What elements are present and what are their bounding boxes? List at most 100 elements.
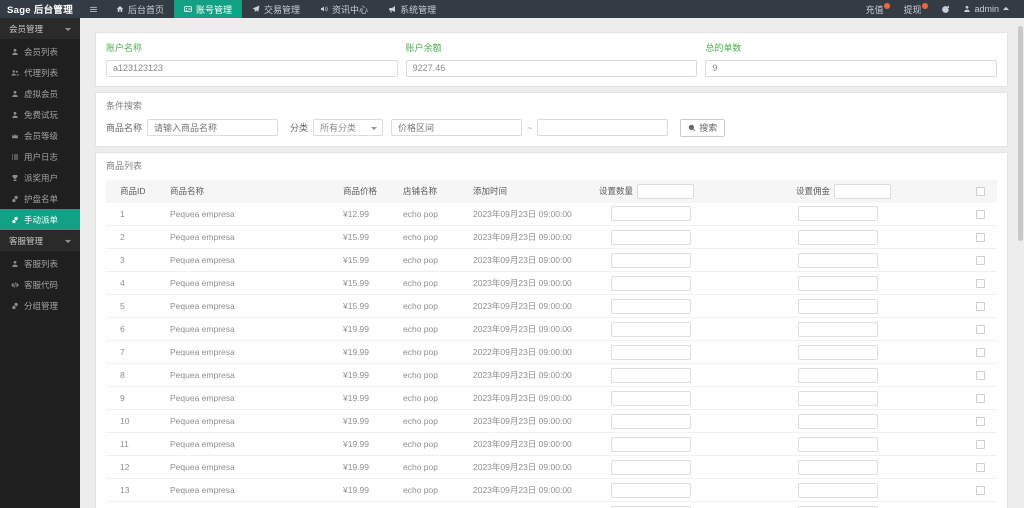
row-checkbox-6[interactable]: [976, 325, 985, 335]
quantity-input-row-8[interactable]: [611, 367, 691, 383]
row-checkbox-9[interactable]: [976, 394, 985, 404]
quantity-input-row-4[interactable]: [611, 275, 691, 291]
product-name-input[interactable]: [147, 119, 279, 136]
search-button[interactable]: 搜索: [680, 118, 726, 137]
price-range-min-input[interactable]: [391, 119, 523, 136]
sidebar-item-12[interactable]: 客服列表: [0, 253, 80, 274]
quantity-input-row-2[interactable]: [611, 229, 691, 245]
recharge-link[interactable]: 充值: [865, 2, 891, 16]
sidebar-item-5[interactable]: 免费试玩: [0, 104, 80, 125]
row-checkbox-10[interactable]: [976, 417, 985, 427]
withdraw-link[interactable]: 提现: [903, 2, 929, 16]
sidebar-section-11[interactable]: 客服管理: [0, 230, 80, 251]
commission-input-row-3[interactable]: [798, 252, 878, 268]
row-checkbox-13[interactable]: [976, 486, 985, 496]
commission-input-row-8[interactable]: [798, 367, 878, 383]
added-time: 2023年09月23日 09:00:00: [473, 324, 572, 334]
top-nav-item-1[interactable]: 后台首页: [106, 0, 174, 18]
sidebar-section-1[interactable]: 会员管理: [0, 18, 80, 39]
table-row: 10 Pequea empresa ¥19.99 echo pop 2023年09月23…: [106, 410, 997, 433]
row-checkbox-12[interactable]: [976, 463, 985, 473]
table-row: 5 Pequea empresa ¥15.99 echo pop 2023年09月23日…: [106, 295, 997, 318]
top-nav-item-4[interactable]: 资讯中心: [310, 0, 378, 18]
commission-input-row-13[interactable]: [798, 482, 878, 498]
product-id: 5: [120, 301, 125, 311]
column-header-2: 商品名称: [170, 186, 205, 196]
account-balance-label: 账户余额: [405, 43, 442, 53]
quantity-input-row-9[interactable]: [611, 390, 691, 406]
quantity-input-row-1[interactable]: [611, 206, 691, 222]
quantity-input-row-7[interactable]: [611, 344, 691, 360]
quantity-input-row-12[interactable]: [611, 459, 691, 475]
sidebar-item-7[interactable]: 用户日志: [0, 146, 80, 167]
commission-input-row-10[interactable]: [798, 413, 878, 429]
order-count-input[interactable]: [705, 59, 998, 77]
added-time: 2023年09月23日 09:00:00: [473, 301, 572, 311]
row-checkbox-5[interactable]: [976, 302, 985, 312]
commission-input-row-5[interactable]: [798, 298, 878, 314]
scrollbar-thumb[interactable]: [1018, 26, 1023, 241]
row-checkbox-4[interactable]: [976, 279, 985, 289]
row-checkbox-3[interactable]: [976, 256, 985, 266]
quantity-input-row-13[interactable]: [611, 482, 691, 498]
sidebar-item-2[interactable]: 会员列表: [0, 41, 80, 62]
vertical-scrollbar[interactable]: [1018, 18, 1024, 508]
quantity-input-row-3[interactable]: [611, 252, 691, 268]
row-checkbox-7[interactable]: [976, 348, 985, 358]
row-checkbox-2[interactable]: [976, 233, 985, 243]
added-time: 2023年09月23日 09:00:00: [473, 439, 572, 449]
quantity-input-row-5[interactable]: [611, 298, 691, 314]
hamburger-menu-button[interactable]: [80, 0, 106, 18]
quantity-input-row-11[interactable]: [611, 436, 691, 452]
row-checkbox-1[interactable]: [976, 209, 985, 219]
chevron-down-icon: [64, 25, 72, 33]
commission-input-row-9[interactable]: [798, 390, 878, 406]
commission-input-row-2[interactable]: [798, 229, 878, 245]
sidebar-item-6[interactable]: 会员等级: [0, 125, 80, 146]
top-nav-item-2[interactable]: 账号管理: [174, 0, 243, 18]
row-checkbox-11[interactable]: [976, 440, 985, 450]
sidebar-item-10[interactable]: 手动派单: [0, 209, 80, 230]
commission-input-row-4[interactable]: [798, 275, 878, 291]
top-nav-item-label: 交易管理: [264, 4, 301, 15]
row-checkbox-8[interactable]: [976, 371, 985, 381]
user-menu[interactable]: admin: [963, 4, 1010, 14]
category-select[interactable]: 所有分类: [313, 119, 384, 136]
top-navbar: Sage 后台管理 后台首页 账号管理 交易管理 资讯中心 系统管理 充值 提现: [0, 0, 1024, 18]
sidebar-item-label: 会员列表: [24, 46, 59, 57]
store-name: echo pop: [403, 324, 438, 334]
top-nav-item-5[interactable]: 系统管理: [378, 0, 446, 18]
sidebar-item-14[interactable]: 分组管理: [0, 295, 80, 316]
top-nav-item-3[interactable]: 交易管理: [242, 0, 310, 18]
sidebar-item-8[interactable]: 派奖用户: [0, 167, 80, 188]
person-icon: [11, 260, 19, 268]
price-range-max-input[interactable]: [537, 119, 669, 136]
topbar-right: 充值 提现 admin: [865, 0, 1024, 18]
refresh-icon[interactable]: [941, 5, 950, 14]
product-name: Pequea empresa: [170, 462, 235, 472]
commission-input-row-6[interactable]: [798, 321, 878, 337]
set-commission-header-input[interactable]: [834, 183, 892, 199]
sidebar-item-13[interactable]: 客服代码: [0, 274, 80, 295]
username: admin: [974, 4, 999, 14]
set-quantity-header-input[interactable]: [637, 183, 695, 199]
sidebar-item-9[interactable]: 护盘名单: [0, 188, 80, 209]
sidebar-item-4[interactable]: 虚拟会员: [0, 83, 80, 104]
select-all-checkbox[interactable]: [976, 187, 985, 197]
commission-input-row-1[interactable]: [798, 206, 878, 222]
product-price: ¥15.99: [343, 301, 369, 311]
commission-input-row-7[interactable]: [798, 344, 878, 360]
account-balance-field: 账户余额: [405, 41, 698, 77]
sidebar-item-3[interactable]: 代理列表: [0, 62, 80, 83]
commission-input-row-11[interactable]: [798, 436, 878, 452]
product-id: 9: [120, 393, 125, 403]
sidebar-section-label: 会员管理: [9, 23, 44, 34]
account-balance-input[interactable]: [405, 59, 698, 77]
quantity-input-row-10[interactable]: [611, 413, 691, 429]
table-row: 8 Pequea empresa ¥19.99 echo pop 2023年09月23日…: [106, 364, 997, 387]
quantity-input-row-6[interactable]: [611, 321, 691, 337]
account-name-input[interactable]: [106, 59, 398, 77]
added-time: 2023年09月23日 09:00:00: [473, 232, 572, 242]
commission-input-row-12[interactable]: [798, 459, 878, 475]
store-name: echo pop: [403, 393, 438, 403]
